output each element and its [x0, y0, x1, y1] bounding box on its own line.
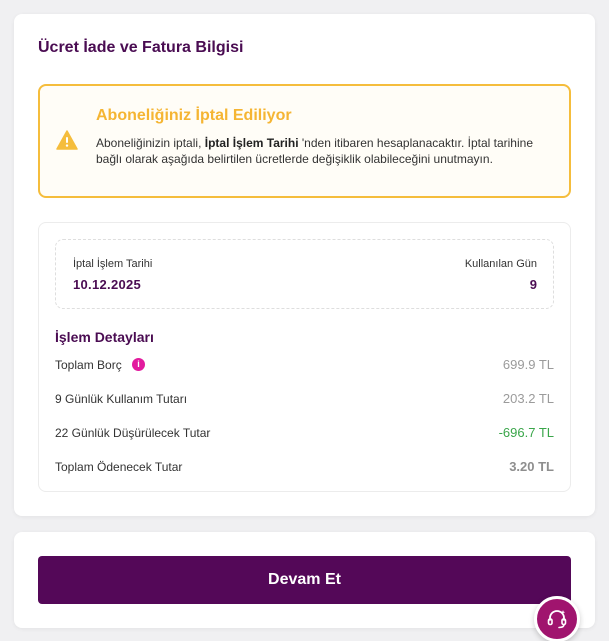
- cancellation-date-box: İptal İşlem Tarihi 10.12.2025 Kullanılan…: [55, 239, 554, 309]
- page-title: Ücret İade ve Fatura Bilgisi: [38, 39, 244, 56]
- detail-row-value: 203.2 TL: [502, 391, 554, 406]
- detail-row-value: 699.9 TL: [502, 357, 554, 372]
- detail-row-deduction: 22 Günlük Düşürülecek Tutar -696.7 TL: [55, 424, 554, 442]
- detail-row-label: 22 Günlük Düşürülecek Tutar: [55, 426, 211, 440]
- cancellation-date-label: İptal İşlem Tarihi: [73, 258, 153, 270]
- warning-text: Aboneliğinizin iptali, İptal İşlem Tarih…: [96, 135, 546, 167]
- transaction-details-panel: İptal İşlem Tarihi 10.12.2025 Kullanılan…: [38, 222, 571, 492]
- support-headset-icon: [547, 610, 567, 629]
- detail-row-total-debt: Toplam Borç i 699.9 TL: [55, 356, 554, 374]
- continue-button[interactable]: Devam Et: [38, 556, 571, 604]
- detail-row-usage-amount: 9 Günlük Kullanım Tutarı 203.2 TL: [55, 390, 554, 408]
- transaction-details-title: İşlem Detayları: [55, 329, 154, 345]
- warning-title: Aboneliğiniz İptal Ediliyor: [96, 107, 292, 124]
- warning-text-part1: Aboneliğinizin iptali,: [96, 136, 205, 150]
- detail-row-label: Toplam Ödenecek Tutar: [55, 460, 183, 474]
- warning-text-bold: İptal İşlem Tarihi: [204, 136, 299, 150]
- used-days-value: 9: [529, 277, 537, 292]
- info-icon[interactable]: i: [132, 358, 145, 371]
- detail-row-label: 9 Günlük Kullanım Tutarı: [55, 392, 188, 406]
- cancellation-date-value: 10.12.2025: [73, 277, 142, 292]
- detail-row-value: -696.7 TL: [498, 425, 554, 440]
- used-days-label: Kullanılan Gün: [464, 258, 537, 270]
- footer-card: Devam Et: [14, 532, 595, 628]
- refund-card: Ücret İade ve Fatura Bilgisi Aboneliğini…: [14, 14, 595, 516]
- cancellation-warning: Aboneliğiniz İptal Ediliyor Aboneliğiniz…: [38, 84, 571, 198]
- detail-row-value: 3.20 TL: [509, 459, 554, 474]
- warning-triangle-icon: [56, 130, 78, 150]
- detail-row-label: Toplam Borç: [55, 358, 122, 372]
- detail-row-total-payable: Toplam Ödenecek Tutar 3.20 TL: [55, 458, 554, 476]
- support-button[interactable]: [534, 596, 580, 641]
